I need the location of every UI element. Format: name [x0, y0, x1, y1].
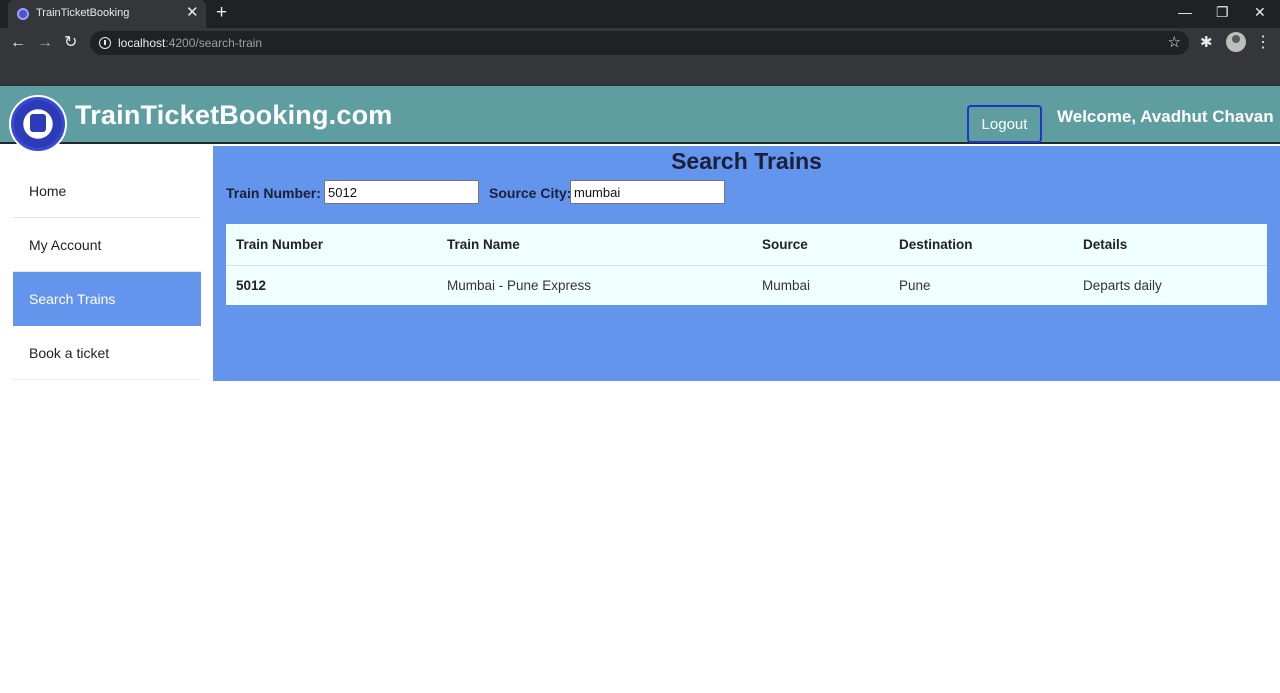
col-details: Details	[1073, 224, 1267, 266]
cell-train-name: Mumbai - Pune Express	[447, 277, 592, 293]
main-panel: Search Trains Train Number: Source City:…	[213, 146, 1280, 381]
bookmark-star-icon[interactable]: ☆	[1168, 33, 1181, 51]
source-city-label: Source City:	[489, 185, 572, 201]
maximize-icon[interactable]: ❐	[1216, 3, 1229, 21]
source-city-input[interactable]	[570, 180, 725, 204]
cell-destination: Pune	[899, 277, 931, 293]
brand-title[interactable]: TrainTicketBooking.com	[75, 100, 392, 131]
back-icon[interactable]: ←	[10, 33, 26, 53]
address-bar[interactable]: localhost:4200/search-train ☆	[90, 31, 1189, 55]
browser-tabbar: TrainTicketBooking ✕ + — ❐ ✕	[0, 0, 1280, 28]
reload-icon[interactable]: ↻	[64, 33, 77, 53]
app-header: TrainTicketBooking.com Logout Welcome, A…	[0, 86, 1280, 153]
col-destination: Destination	[889, 224, 1073, 266]
cell-details: Departs daily	[1083, 277, 1162, 293]
browser-menu-icon[interactable]: ⋮	[1255, 32, 1271, 52]
site-info-icon[interactable]	[99, 37, 111, 49]
sidebar-nav: Home My Account Search Trains Book a tic…	[13, 164, 201, 380]
bookmarks-bar	[0, 58, 1280, 86]
favicon-icon	[17, 8, 29, 20]
sidebar-item-my-account[interactable]: My Account	[13, 218, 201, 272]
col-train-number: Train Number	[226, 224, 437, 266]
table-row[interactable]: 5012 Mumbai - Pune Express Mumbai Pune D…	[226, 265, 1267, 305]
train-number-label: Train Number:	[226, 185, 321, 201]
url-text[interactable]: localhost:4200/search-train	[118, 36, 262, 50]
profile-avatar-icon[interactable]	[1226, 32, 1246, 52]
table-header-row: Train Number Train Name Source Destinati…	[226, 224, 1267, 266]
cell-source: Mumbai	[762, 277, 811, 293]
col-source: Source	[752, 224, 889, 266]
new-tab-icon[interactable]: +	[216, 3, 227, 23]
col-train-name: Train Name	[437, 224, 752, 266]
close-tab-icon[interactable]: ✕	[186, 4, 199, 22]
logout-button[interactable]: Logout	[967, 105, 1042, 143]
results-table: Train Number Train Name Source Destinati…	[226, 224, 1267, 305]
cell-train-number: 5012	[236, 277, 267, 293]
minimize-icon[interactable]: —	[1178, 3, 1192, 21]
extensions-icon[interactable]: ✱	[1200, 33, 1213, 51]
welcome-message: Welcome, Avadhut Chavan	[1057, 107, 1274, 126]
indian-railways-logo	[9, 95, 67, 153]
page-title: Search Trains	[671, 148, 822, 174]
sidebar-item-search-trains[interactable]: Search Trains	[13, 272, 201, 326]
sidebar-item-book-ticket[interactable]: Book a ticket	[13, 326, 201, 380]
browser-tab[interactable]: TrainTicketBooking ✕	[8, 0, 206, 28]
sidebar-item-home[interactable]: Home	[13, 164, 201, 218]
train-number-input[interactable]	[324, 180, 479, 204]
forward-icon[interactable]: →	[37, 33, 53, 53]
window-close-icon[interactable]: ✕	[1254, 3, 1266, 21]
tab-title: TrainTicketBooking	[36, 7, 130, 19]
browser-toolbar: ← → ↻ localhost:4200/search-train ☆ ✱ ⋮	[0, 28, 1280, 58]
